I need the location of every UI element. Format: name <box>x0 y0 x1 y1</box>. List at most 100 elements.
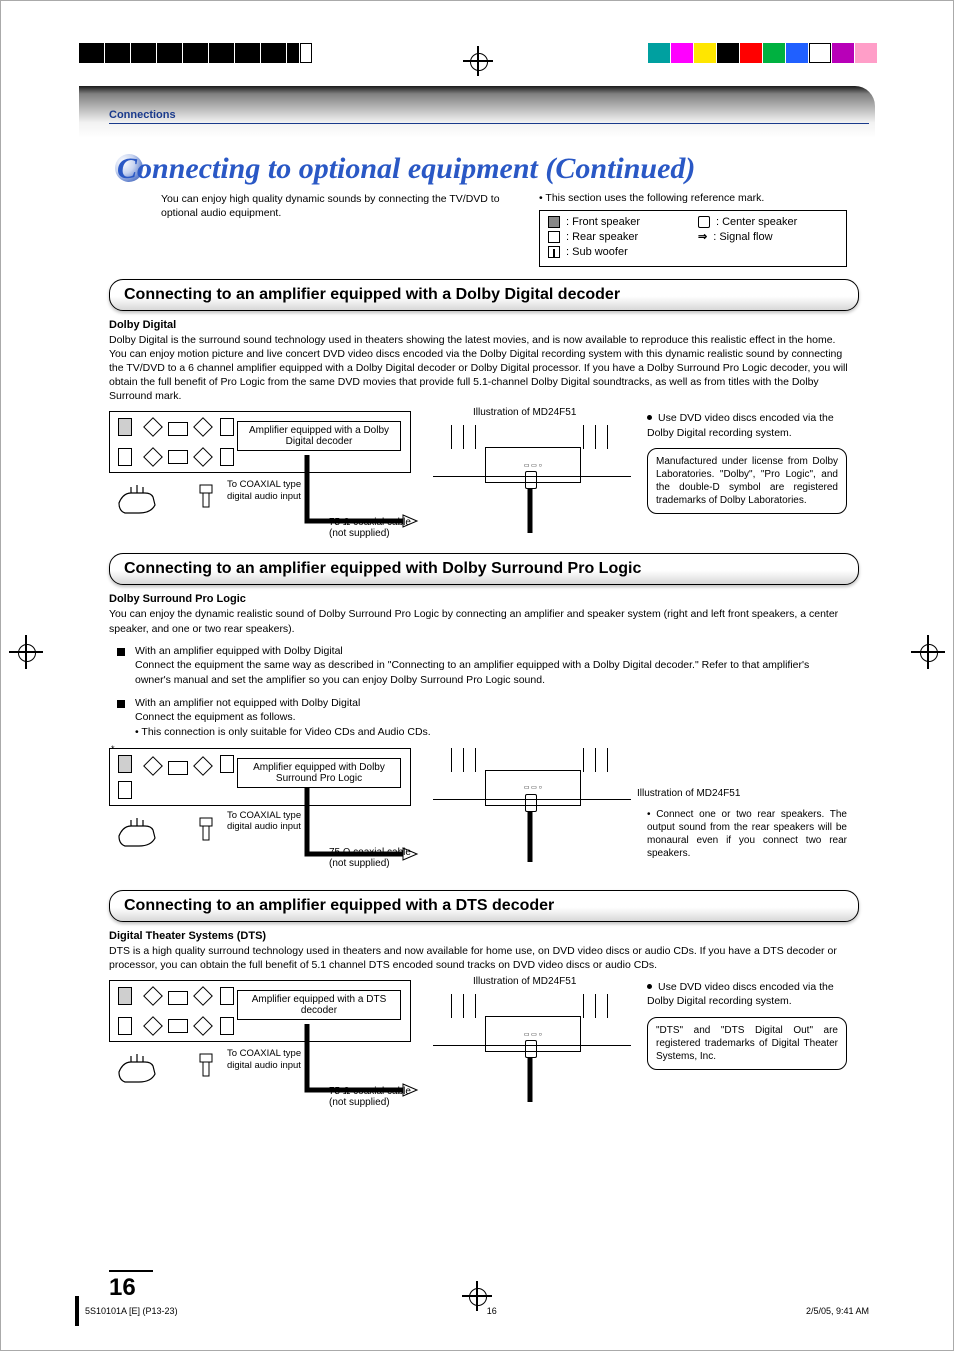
section2-bullet2: With an amplifier not equipped with Dolb… <box>109 696 875 740</box>
center-speaker-icon <box>168 761 188 775</box>
section1-side-notes: Use DVD video discs encoded via the Dolb… <box>647 411 847 513</box>
center-speaker-icon <box>698 216 710 228</box>
side-bullet-text: Use DVD video discs encoded via the Dolb… <box>647 412 834 438</box>
front-speaker-icon <box>220 755 234 773</box>
section2-heading: Connecting to an amplifier equipped with… <box>109 553 859 585</box>
sub-woofer-icon <box>548 246 560 258</box>
hand-icon <box>117 483 157 515</box>
section1-subhead: Dolby Digital <box>109 319 875 331</box>
footer-center: 16 <box>487 1306 497 1316</box>
breadcrumb-underline <box>109 123 869 124</box>
rear-speaker-icon <box>220 448 234 466</box>
rear-speaker-note: • Connect one or two rear speakers. The … <box>647 808 847 860</box>
coax-label: To COAXIAL type digital audio input <box>227 1048 307 1071</box>
tv-caption: Illustration of MD24F51 <box>637 788 767 799</box>
coax-label: To COAXIAL type digital audio input <box>227 810 307 833</box>
registration-swatches <box>647 43 877 63</box>
front-speaker-icon <box>220 987 234 1005</box>
section2-bullet1: With an amplifier equipped with Dolby Di… <box>109 644 875 688</box>
diamond-icon <box>193 986 213 1006</box>
section2-body: You can enjoy the dynamic realistic soun… <box>109 607 849 635</box>
sub-woofer-icon <box>168 450 188 464</box>
section1-diagram-row: Amplifier equipped with a Dolby Digital … <box>109 411 875 541</box>
rear-speaker-icon <box>548 231 560 243</box>
section-breadcrumb: Connections <box>109 109 875 121</box>
crop-mark-right <box>917 641 939 663</box>
dolby-trademark-box: Manufactured under license from Dolby La… <box>647 448 847 514</box>
coax-plug-icon <box>525 1040 537 1058</box>
section3-diagram-row: Amplifier equipped with a DTS decoder To… <box>109 980 875 1110</box>
section3-heading: Connecting to an amplifier equipped with… <box>109 890 859 922</box>
section1-heading: Connecting to an amplifier equipped with… <box>109 279 859 311</box>
cable-label: 75 Ω coaxial cable (not supplied) <box>329 1086 419 1108</box>
bullet2-sub: • This connection is only suitable for V… <box>135 726 431 738</box>
cable-label: 75 Ω coaxial cable (not supplied) <box>329 847 419 869</box>
cable-down-icon <box>526 489 534 533</box>
section3-body: DTS is a high quality surround technolog… <box>109 944 849 972</box>
side-bullet-text: Use DVD video discs encoded via the Dolb… <box>647 981 834 1007</box>
bullet2-body: Connect the equipment as follows. <box>135 711 296 723</box>
page-title: Connecting to optional equipment (Contin… <box>117 152 875 186</box>
front-speaker-icon <box>118 418 132 436</box>
asterisk-icon: * <box>111 744 115 754</box>
diamond-icon <box>143 1016 163 1036</box>
diamond-icon <box>143 756 163 776</box>
side-bullet: Use DVD video discs encoded via the Dolb… <box>647 411 847 439</box>
hand-icon <box>117 1052 157 1084</box>
sub-woofer-icon <box>168 1019 188 1033</box>
intro-row: You can enjoy high quality dynamic sound… <box>109 192 875 267</box>
section2-tv-diagram: ▭ ▭ ○ Illustration of MD24F51 <box>433 748 633 878</box>
section3-tv-diagram: Illustration of MD24F51 ▭ ▭ ○ <box>433 980 633 1110</box>
tv-caption: Illustration of MD24F51 <box>473 976 576 987</box>
coax-label: To COAXIAL type digital audio input <box>227 479 307 502</box>
signal-flow-icon: ⇒ <box>698 230 707 245</box>
rear-speaker-icon <box>118 1017 132 1035</box>
jack-icon <box>197 816 215 842</box>
bullet2-head: With an amplifier not equipped with Dolb… <box>135 697 360 709</box>
amp-label: Amplifier equipped with a DTS decoder <box>237 990 401 1020</box>
section2-diagram-row: * Amplifier equipped with Dolby Surround… <box>109 748 875 878</box>
dts-trademark-box: "DTS" and "DTS Digital Out" are register… <box>647 1017 847 1070</box>
side-bullet: Use DVD video discs encoded via the Dolb… <box>647 980 847 1008</box>
section2-amp-diagram: * Amplifier equipped with Dolby Surround… <box>109 748 419 878</box>
center-speaker-icon <box>168 991 188 1005</box>
rear-speaker-icon <box>118 781 132 799</box>
crop-mark-left <box>15 641 37 663</box>
footer-left: 5S10101A [E] (P13-23) <box>85 1306 178 1316</box>
legend-signal: : Signal flow <box>713 230 772 245</box>
amp-label: Amplifier equipped with a Dolby Digital … <box>237 421 401 451</box>
front-speaker-icon <box>220 418 234 436</box>
section1-tv-diagram: Illustration of MD24F51 ▭ ▭ ○ <box>433 411 633 541</box>
page-title-text: Connecting to optional equipment (Contin… <box>117 152 695 185</box>
intro-left-text: You can enjoy high quality dynamic sound… <box>161 192 521 267</box>
rear-speaker-icon <box>220 1017 234 1035</box>
page-number: 16 <box>109 1270 153 1302</box>
diamond-icon <box>193 447 213 467</box>
legend-sub: : Sub woofer <box>566 245 628 260</box>
legend-front: : Front speaker <box>566 215 640 230</box>
section1-body: Dolby Digital is the surround sound tech… <box>109 333 849 404</box>
coax-plug-icon <box>525 794 537 812</box>
hand-icon <box>117 816 157 848</box>
front-speaker-icon <box>118 987 132 1005</box>
crop-mark-bottom <box>467 1286 487 1306</box>
front-speaker-icon <box>548 216 560 228</box>
section2-subhead: Dolby Surround Pro Logic <box>109 593 875 605</box>
crop-mark-top <box>468 51 488 71</box>
coax-plug-icon <box>525 471 537 489</box>
legend-center: : Center speaker <box>716 215 797 230</box>
diamond-icon <box>143 986 163 1006</box>
section3-subhead: Digital Theater Systems (DTS) <box>109 930 875 942</box>
front-speaker-icon <box>118 755 132 773</box>
diamond-icon <box>193 1016 213 1036</box>
intro-right: • This section uses the following refere… <box>539 192 875 267</box>
center-speaker-icon <box>168 422 188 436</box>
legend-rear: : Rear speaker <box>566 230 638 245</box>
diamond-icon <box>193 756 213 776</box>
cable-label: 75 Ω coaxial cable (not supplied) <box>329 517 419 539</box>
bullet1-body: Connect the equipment the same way as de… <box>135 659 809 686</box>
jack-icon <box>197 483 215 509</box>
square-bullet-icon <box>117 648 125 656</box>
page: Connections Connecting to optional equip… <box>0 0 954 1351</box>
diamond-icon <box>193 417 213 437</box>
